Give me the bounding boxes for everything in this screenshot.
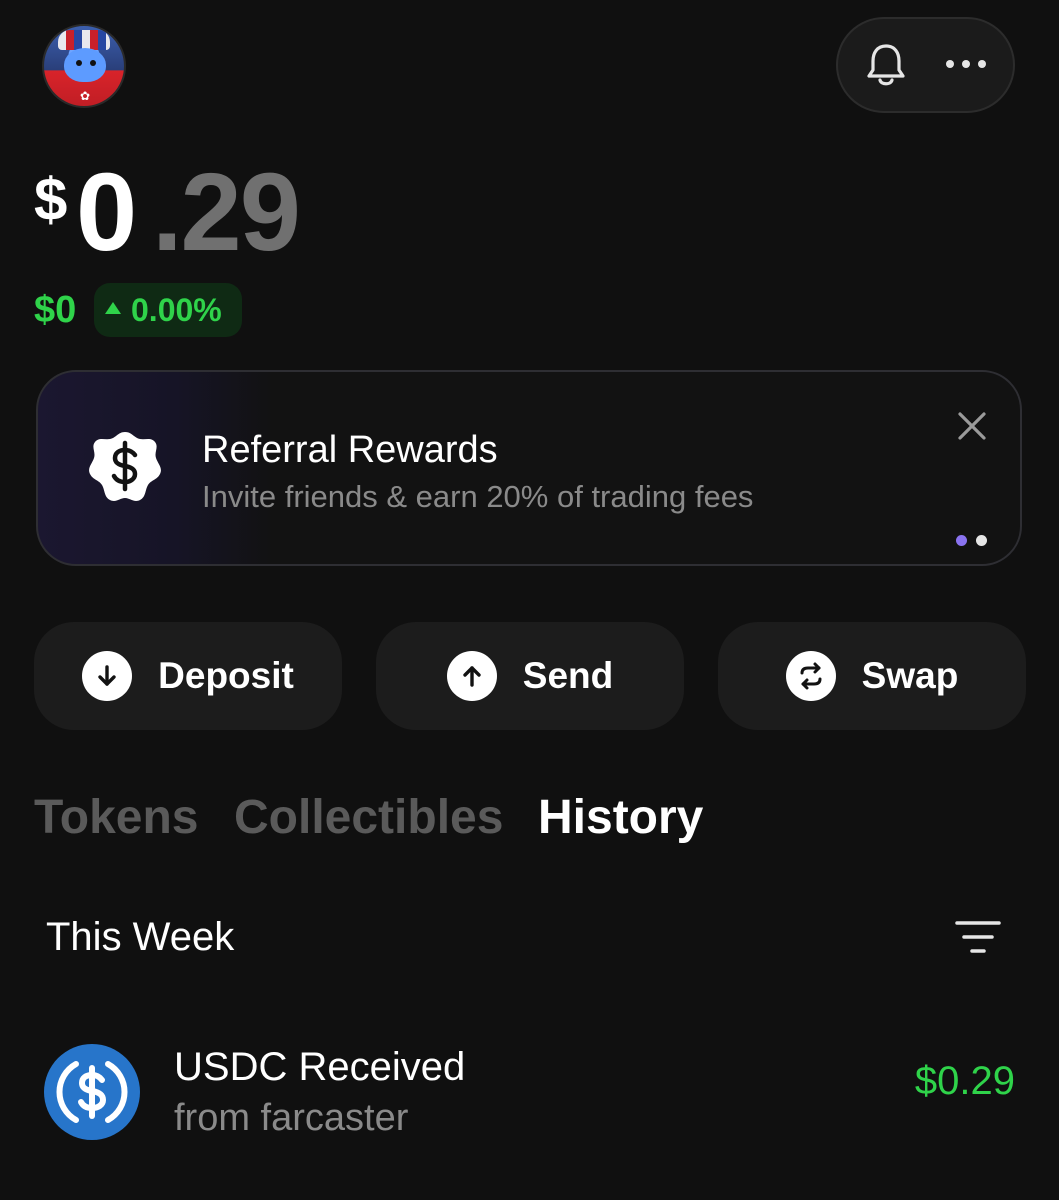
section-title: This Week xyxy=(46,915,235,959)
balance-change-percent: 0.00% xyxy=(131,292,222,328)
arrow-down-icon xyxy=(82,651,133,701)
balance-currency-symbol: $ xyxy=(34,166,68,233)
swap-icon xyxy=(785,651,836,701)
send-label: Send xyxy=(522,655,614,696)
tab-collectibles[interactable]: Collectibles xyxy=(234,790,503,846)
swap-button[interactable]: Swap xyxy=(718,622,1026,730)
header-actions-pill xyxy=(836,17,1015,113)
balance-decimal: .29 xyxy=(152,151,301,274)
hat-graphic xyxy=(58,30,110,50)
tab-tokens[interactable]: Tokens xyxy=(34,790,198,846)
send-button[interactable]: Send xyxy=(376,622,684,730)
filter-icon[interactable] xyxy=(954,918,1002,956)
eye-graphic xyxy=(90,60,96,66)
eye-graphic xyxy=(76,60,82,66)
usdc-icon xyxy=(44,1044,140,1140)
balance-integer: 0 xyxy=(76,151,137,274)
bell-icon[interactable] xyxy=(864,42,908,88)
carousel-dot[interactable] xyxy=(976,535,987,546)
transaction-title: USDC Received xyxy=(174,1045,466,1089)
tab-history[interactable]: History xyxy=(538,790,703,846)
face-graphic xyxy=(64,48,106,82)
triangle-up-icon xyxy=(105,302,121,314)
deposit-button[interactable]: Deposit xyxy=(34,622,342,730)
referral-promo-card[interactable] xyxy=(36,370,1022,566)
deposit-label: Deposit xyxy=(158,655,294,696)
more-dots-icon[interactable] xyxy=(945,56,987,72)
arrow-up-icon xyxy=(446,651,497,701)
promo-title: Referral Rewards xyxy=(202,429,498,471)
carousel-dot-active[interactable] xyxy=(956,535,967,546)
balance-change-amount: $0 xyxy=(34,289,77,331)
promo-subtitle: Invite friends & earn 20% of trading fee… xyxy=(202,479,754,514)
swap-label: Swap xyxy=(861,655,959,696)
flower-icon: ✿ xyxy=(80,89,91,103)
dollar-badge-icon xyxy=(89,432,161,501)
avatar[interactable]: ✿ xyxy=(42,24,126,108)
transaction-subtitle: from farcaster xyxy=(174,1097,409,1139)
transaction-amount: $0.29 xyxy=(914,1059,1015,1103)
close-icon[interactable] xyxy=(954,408,990,444)
